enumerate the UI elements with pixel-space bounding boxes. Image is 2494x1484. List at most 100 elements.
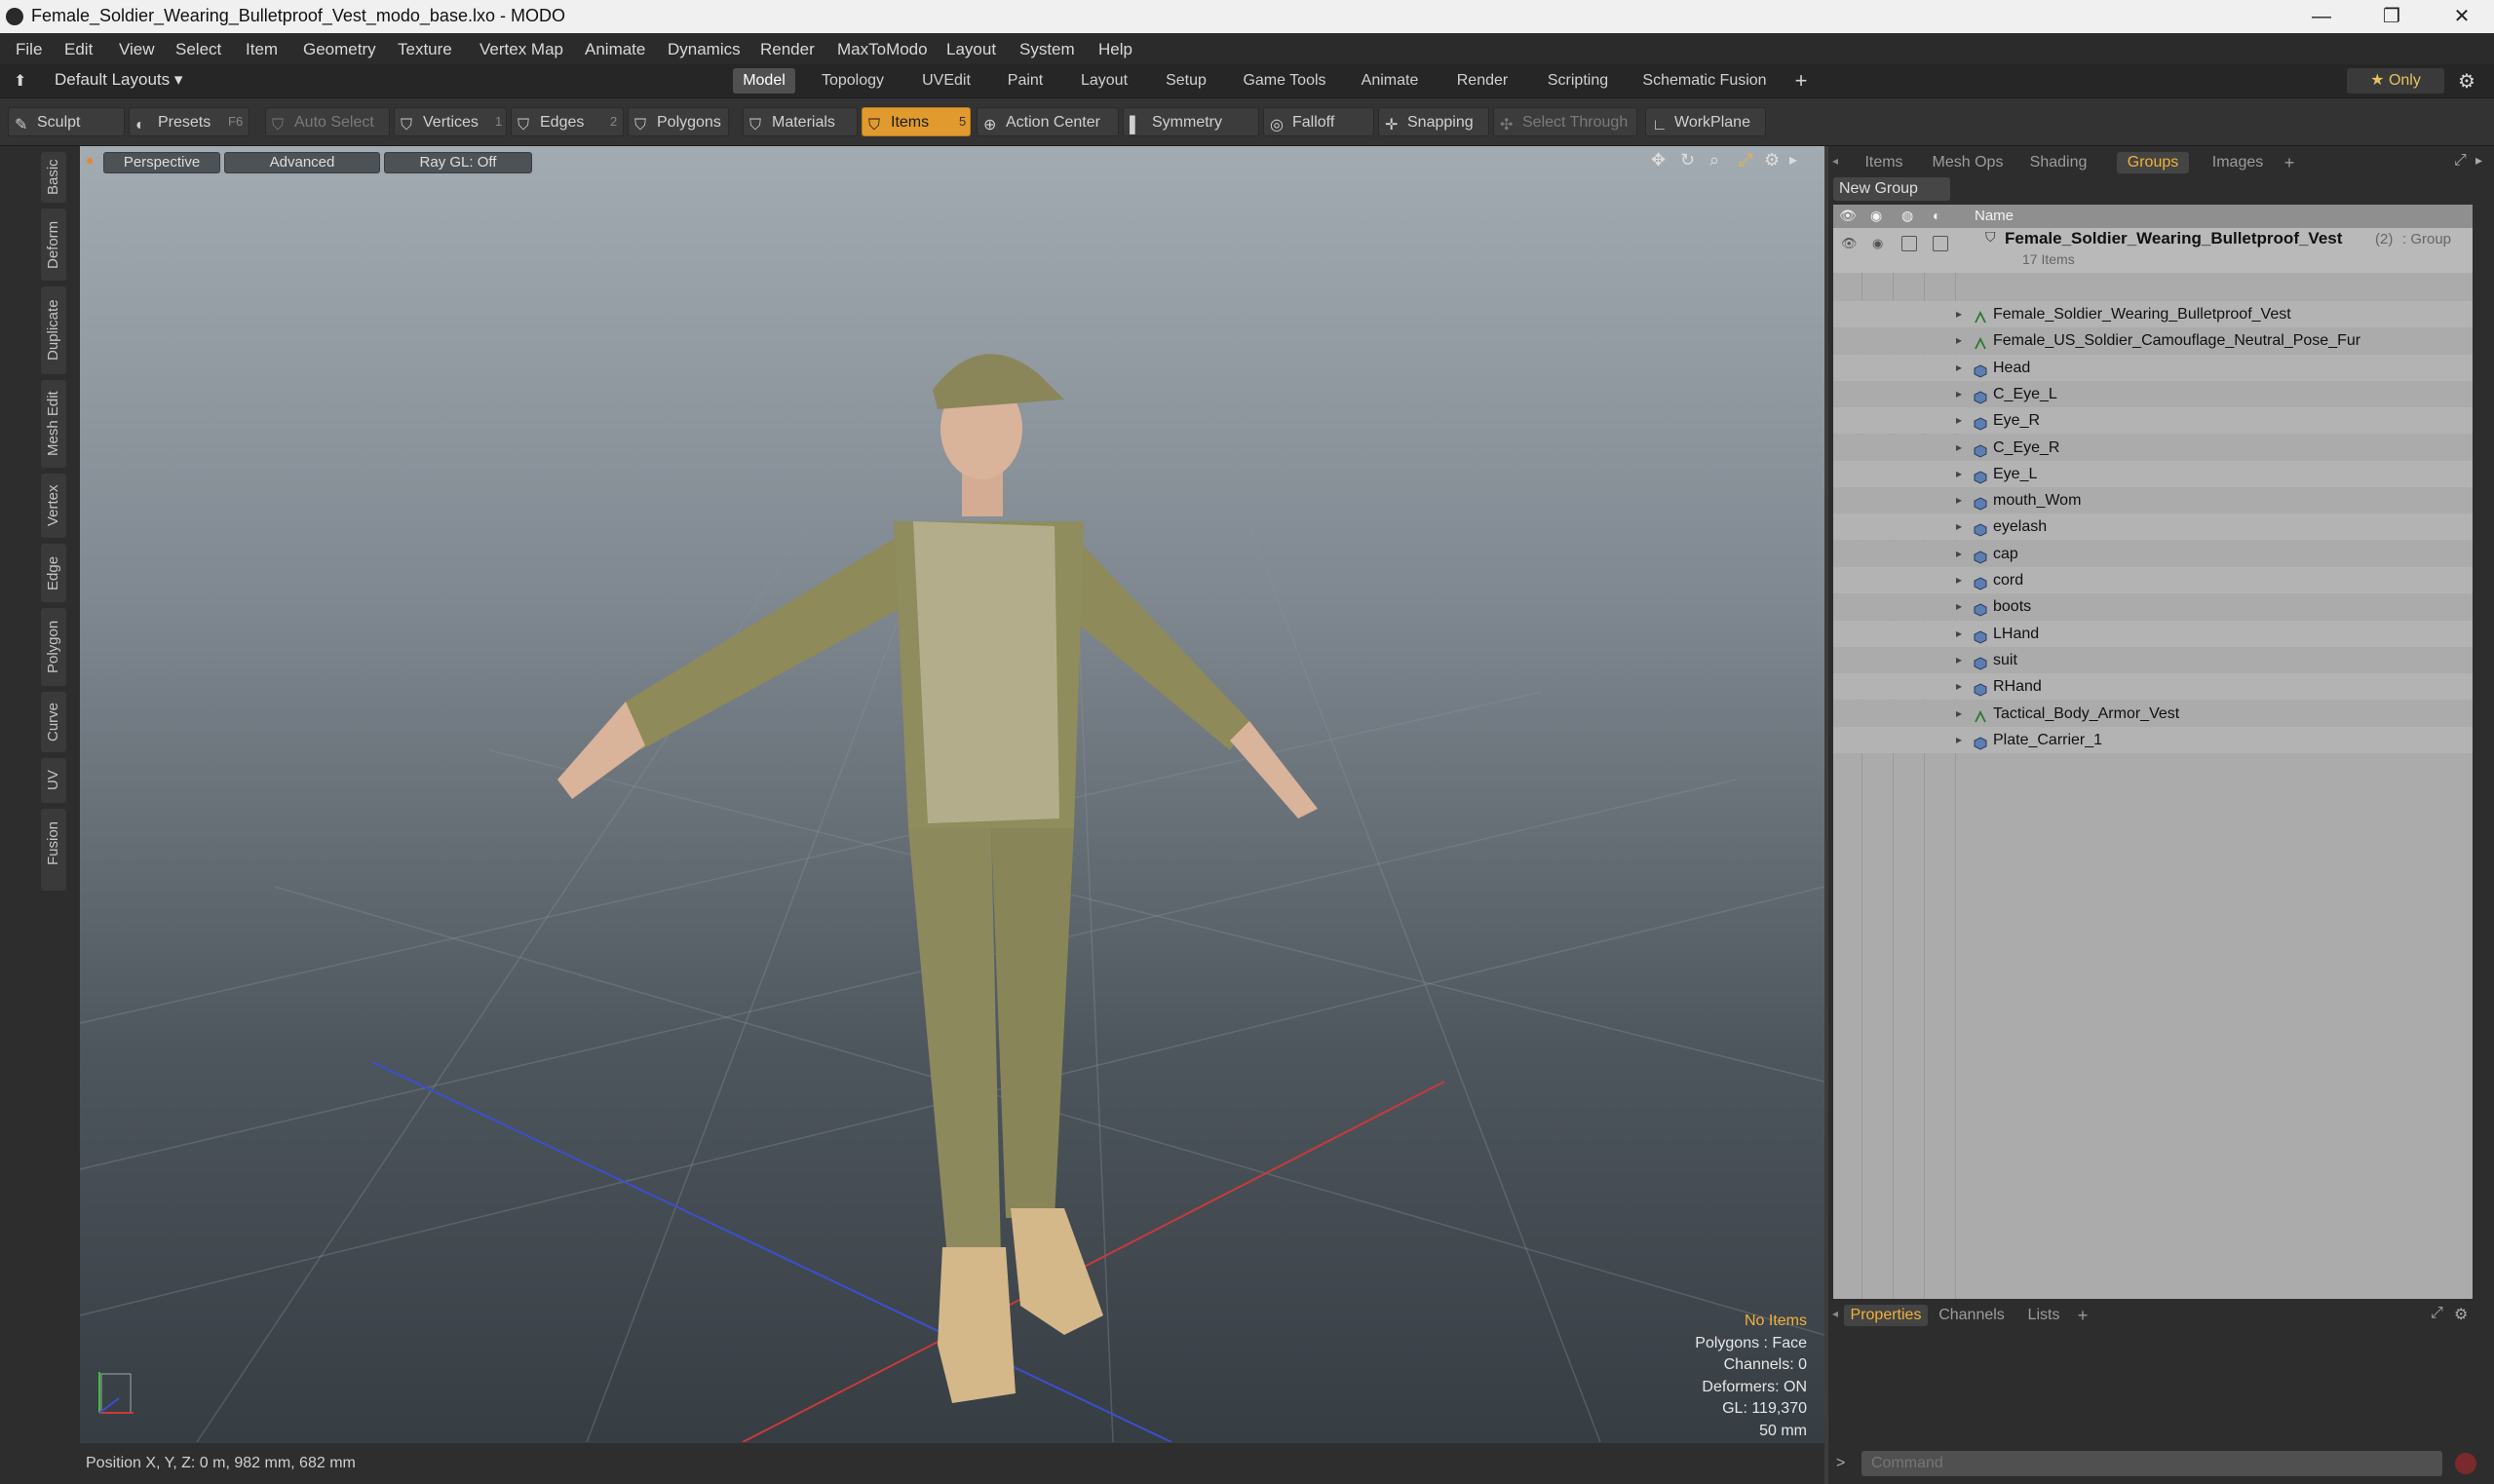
viewport-gear-icon[interactable]: ⚙ [1764,150,1780,171]
vtab-mesh-edit[interactable]: Mesh Edit [41,380,66,468]
polygons-button[interactable]: ⛉ Polygons [628,107,729,136]
panel-expand-icon[interactable]: ⤢ [2454,152,2467,170]
tab-paint[interactable]: Paint [996,68,1055,94]
list-item[interactable]: ▸ C_Eye_L [1833,380,2473,407]
menu-edit[interactable]: Edit [64,40,93,59]
tab-mesh-ops[interactable]: Mesh Ops [1924,152,2012,173]
tab-scripting[interactable]: Scripting [1534,68,1622,94]
workplane-button[interactable]: ∟ WorkPlane [1645,107,1766,136]
zoom-icon[interactable]: ⌕ [1709,150,1719,171]
symmetry-button[interactable]: ▌ Symmetry [1123,107,1259,136]
vtab-basic[interactable]: Basic [41,152,66,203]
vtab-fusion[interactable]: Fusion [41,809,66,877]
tab-lists[interactable]: Lists [2019,1305,2068,1326]
menu-maxtomodo[interactable]: MaxToModo [837,40,928,59]
expand-arrow-icon[interactable]: ▸ [1956,487,1962,514]
expand-arrow-icon[interactable]: ▸ [1956,567,1962,593]
menu-file[interactable]: File [16,40,42,59]
expand-arrow-icon[interactable]: ▸ [1956,673,1962,700]
menu-view[interactable]: View [119,40,155,59]
menu-item[interactable]: Item [246,40,278,59]
menu-geometry[interactable]: Geometry [303,40,376,59]
vtab-vertex[interactable]: Vertex [41,474,66,538]
expand-tabs-button[interactable] [41,869,66,891]
command-input[interactable] [1861,1451,2442,1476]
viewport-expand-icon[interactable]: ▸ [1789,150,1797,170]
layout-toggle-icon[interactable]: ⬆ [14,71,26,91]
expand-arrow-icon[interactable]: ▸ [1956,355,1962,381]
group-lock-checkbox[interactable] [1901,236,1917,251]
list-item[interactable]: ▸ C_Eye_R [1833,434,2473,461]
select-through-button[interactable]: ✣ Select Through [1493,107,1637,136]
expand-arrow-icon[interactable]: ▸ [1956,647,1962,673]
expand-arrow-icon[interactable]: ▸ [1956,701,1962,727]
auto-select-button[interactable]: ⛉ Auto Select [265,107,390,136]
vtab-curve[interactable]: Curve [41,692,66,752]
materials-button[interactable]: ⛉ Materials [743,107,858,136]
vtab-deform[interactable]: Deform [41,209,66,281]
tab-images[interactable]: Images [2201,152,2275,173]
falloff-button[interactable]: ◎ Falloff [1263,107,1374,136]
list-item[interactable]: ▸ cap [1833,540,2473,567]
select-column-icon[interactable]: ◐ [1933,208,1940,223]
expand-arrow-icon[interactable]: ▸ [1956,407,1962,434]
menu-select[interactable]: Select [175,40,221,59]
menu-texture[interactable]: Texture [398,40,452,59]
add-properties-tab-button[interactable]: + [2072,1305,2093,1326]
tab-layout[interactable]: Layout [1068,68,1140,94]
close-button[interactable]: ✕ [2433,0,2491,33]
list-item[interactable]: ▸ suit [1833,646,2473,673]
expand-arrow-icon[interactable]: ▸ [1956,727,1962,753]
expand-arrow-icon[interactable]: ▸ [1956,327,1962,354]
panel-menu-icon[interactable]: ◂ [1832,154,1838,168]
tab-setup[interactable]: Setup [1154,68,1218,94]
vtab-edge[interactable]: Edge [41,544,66,602]
tab-render[interactable]: Render [1444,68,1520,94]
fit-icon[interactable]: ⤢ [1739,150,1752,171]
expand-arrow-icon[interactable]: ▸ [1956,541,1962,567]
list-item[interactable]: ▸ boots [1833,593,2473,621]
expand-arrow-icon[interactable]: ▸ [1956,301,1962,327]
tab-groups[interactable]: Groups [2117,152,2189,173]
list-item[interactable]: ▸ mouth_Wom [1833,487,2473,514]
gear-icon[interactable]: ⚙ [2458,69,2475,94]
snapping-button[interactable]: ✛ Snapping [1378,107,1489,136]
expand-arrow-icon[interactable]: ▸ [1956,435,1962,461]
new-group-button[interactable]: New Group [1833,177,1950,201]
only-toggle[interactable]: ★ Only [2347,68,2444,94]
group-row[interactable]: 👁 ◉ ⛉ Female_Soldier_Wearing_Bulletproof… [1833,228,2473,273]
expand-arrow-icon[interactable]: ▸ [1956,381,1962,407]
add-tab-button[interactable]: + [1787,68,1815,94]
render-column-icon[interactable]: ◉ [1870,208,1882,224]
sculpt-button[interactable]: ✎ Sculpt [8,107,125,136]
vtab-polygon[interactable]: Polygon [41,608,66,686]
menu-vertex-map[interactable]: Vertex Map [480,40,563,59]
edges-button[interactable]: ⛉ Edges [511,107,624,136]
advanced-button[interactable]: Advanced [224,152,380,173]
record-button[interactable] [2455,1453,2476,1474]
expand-arrow-icon[interactable]: ▸ [1956,621,1962,647]
list-item[interactable]: ▸ Head [1833,354,2473,381]
properties-gear-icon[interactable]: ⚙ [2454,1305,2468,1324]
tab-properties[interactable]: Properties [1844,1305,1928,1326]
groups-list[interactable]: 👁 ◉ ◍ ◐ Name 👁 ◉ ⛉ Female_Soldier_Wearin… [1833,205,2473,1435]
group-render-icon[interactable]: ◉ [1872,236,1883,251]
menu-help[interactable]: Help [1098,40,1132,59]
viewport-menu-icon[interactable]: ● [86,152,94,168]
list-item[interactable]: ▸ Eye_R [1833,407,2473,435]
tab-channels[interactable]: Channels [1936,1305,2008,1326]
maximize-button[interactable]: ❐ [2362,0,2421,33]
add-panel-tab-button[interactable]: + [2279,152,2300,173]
tab-items[interactable]: Items [1852,152,1916,173]
list-item[interactable]: ▸ RHand [1833,673,2473,701]
3d-viewport[interactable]: ● Perspective Advanced Ray GL: Off ✥ ↻ ⌕… [80,146,1824,1442]
properties-menu-icon[interactable]: ◂ [1832,1307,1838,1320]
default-layouts-dropdown[interactable]: Default Layouts ▾ [55,70,182,90]
expand-arrow-icon[interactable]: ▸ [1956,514,1962,540]
rotate-icon[interactable]: ↻ [1680,150,1695,171]
list-item[interactable]: ▸ eyelash [1833,514,2473,541]
menu-system[interactable]: System [1019,40,1075,59]
group-visibility-icon[interactable]: 👁 [1841,236,1858,251]
list-item[interactable]: ▸ Eye_L [1833,460,2473,487]
vertices-button[interactable]: ⛉ Vertices [394,107,507,136]
